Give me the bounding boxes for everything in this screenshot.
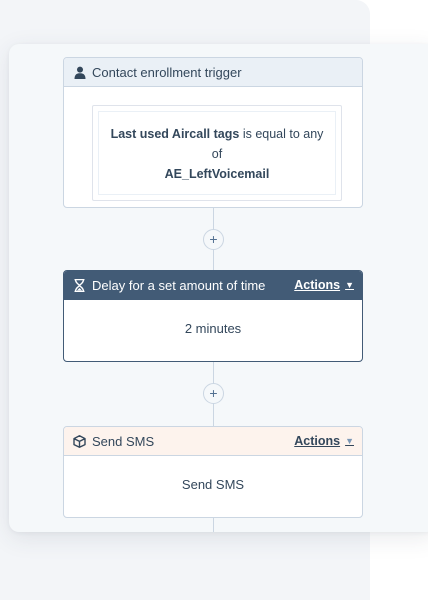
send-sms-node[interactable]: Send SMS Actions ▼ Send SMS <box>63 426 363 518</box>
delay-header-title: Delay for a set amount of time <box>92 277 266 293</box>
filter-value: AE_LeftVoicemail <box>164 167 270 181</box>
delay-duration: 2 minutes <box>184 321 242 336</box>
delay-header: Delay for a set amount of time Actions ▼ <box>64 271 362 300</box>
sms-body: Send SMS <box>64 456 362 492</box>
trigger-header-title: Contact enrollment trigger <box>92 64 242 80</box>
caret-down-icon: ▼ <box>345 280 354 290</box>
sms-header: Send SMS Actions ▼ <box>64 427 362 456</box>
delay-body: 2 minutes <box>64 300 362 336</box>
sms-header-title: Send SMS <box>92 433 155 449</box>
add-action-button[interactable]: + <box>203 229 224 250</box>
sms-body-text: Send SMS <box>181 477 245 492</box>
caret-down-icon: ▼ <box>345 436 354 446</box>
trigger-body: Last used Aircall tags is equal to any o… <box>64 105 362 201</box>
delay-actions-label: Actions <box>294 278 341 292</box>
hourglass-icon <box>73 278 86 292</box>
sms-actions-label: Actions <box>294 434 341 448</box>
connector-line <box>213 518 214 532</box>
add-action-button[interactable]: + <box>203 383 224 404</box>
delay-node[interactable]: Delay for a set amount of time Actions ▼… <box>63 270 363 362</box>
sms-actions-menu[interactable]: Actions ▼ <box>294 434 354 448</box>
filter-box[interactable]: Last used Aircall tags is equal to any o… <box>92 105 342 201</box>
delay-actions-menu[interactable]: Actions ▼ <box>294 278 354 292</box>
trigger-header: Contact enrollment trigger <box>64 58 362 87</box>
filter-property: Last used Aircall tags <box>110 127 240 141</box>
person-icon <box>73 66 86 79</box>
cube-icon <box>73 434 86 448</box>
filter-text: Last used Aircall tags is equal to any o… <box>98 111 336 195</box>
enrollment-trigger-node[interactable]: Contact enrollment trigger Last used Air… <box>63 57 363 208</box>
